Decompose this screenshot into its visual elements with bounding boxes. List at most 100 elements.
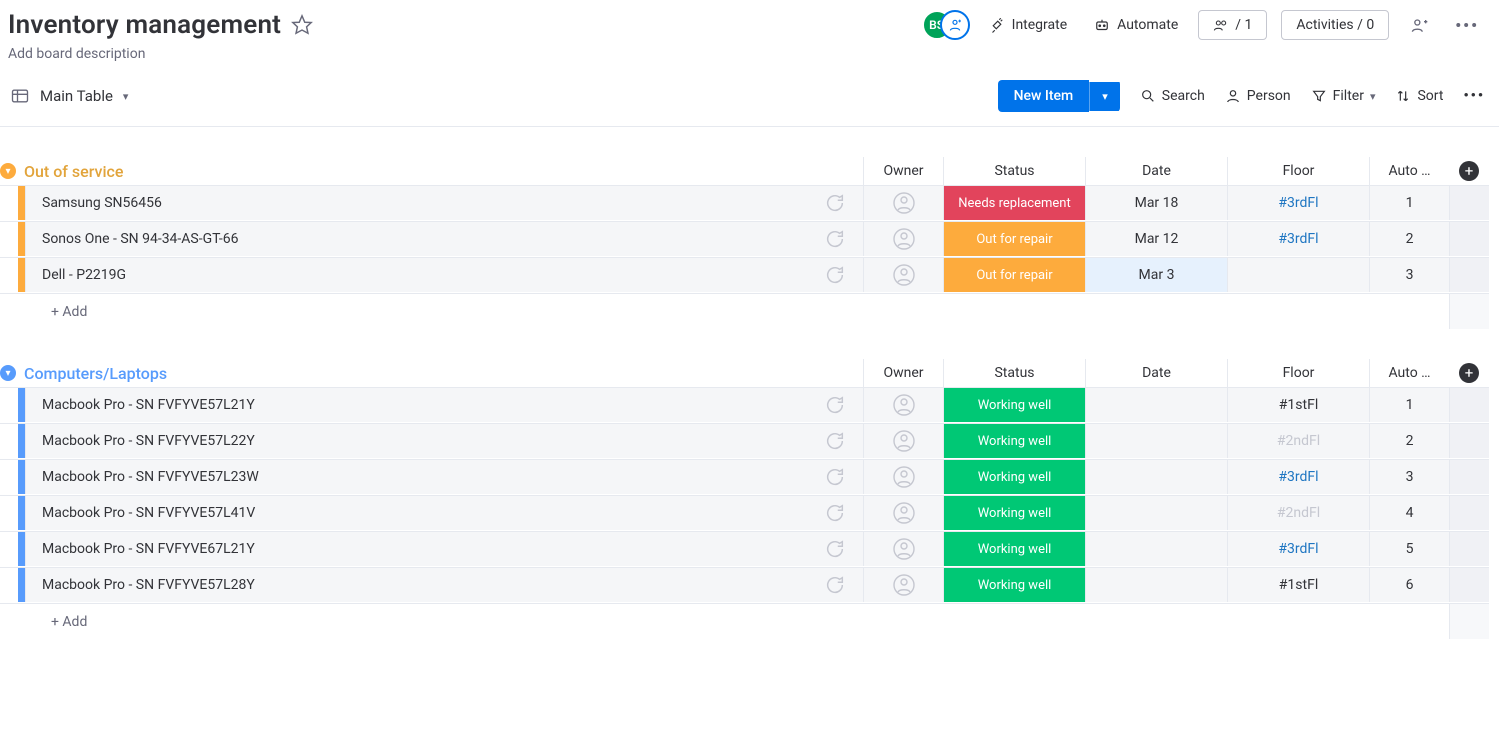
date-cell[interactable]: Mar 12 bbox=[1085, 222, 1227, 256]
activities-button[interactable]: Activities / 0 bbox=[1281, 10, 1389, 40]
item-name-cell[interactable]: Macbook Pro - SN FVFYVE57L41V bbox=[25, 496, 807, 530]
status-cell[interactable]: Working well bbox=[943, 460, 1085, 494]
col-header-date[interactable]: Date bbox=[1085, 359, 1227, 387]
owner-cell[interactable] bbox=[863, 532, 943, 566]
floor-cell[interactable]: #1stFl bbox=[1227, 568, 1369, 602]
item-name-cell[interactable]: Macbook Pro - SN FVFYVE57L21Y bbox=[25, 388, 807, 422]
owner-cell[interactable] bbox=[863, 496, 943, 530]
col-header-date[interactable]: Date bbox=[1085, 157, 1227, 185]
item-name-cell[interactable]: Macbook Pro - SN FVFYVE57L28Y bbox=[25, 568, 807, 602]
status-cell[interactable]: Working well bbox=[943, 388, 1085, 422]
board-description[interactable]: Add board description bbox=[8, 46, 313, 62]
integrate-button[interactable]: Integrate bbox=[982, 12, 1074, 38]
page-title[interactable]: Inventory management bbox=[8, 10, 281, 40]
conversation-icon[interactable] bbox=[807, 424, 863, 458]
item-name-cell[interactable]: Sonos One - SN 94-34-AS-GT-66 bbox=[25, 222, 807, 256]
item-name-cell[interactable]: Samsung SN56456 bbox=[25, 186, 807, 220]
search-button[interactable]: Search bbox=[1140, 88, 1205, 104]
groups-container: ▾ Out of service Owner Status Date Floor… bbox=[0, 127, 1499, 639]
column-headers: Owner Status Date Floor Auto … + bbox=[863, 359, 1489, 387]
item-name-cell[interactable]: Macbook Pro - SN FVFYVE57L23W bbox=[25, 460, 807, 494]
conversation-icon[interactable] bbox=[807, 568, 863, 602]
floor-cell[interactable]: #3rdFl bbox=[1227, 460, 1369, 494]
plug-icon bbox=[988, 16, 1006, 34]
floor-cell[interactable]: #3rdFl bbox=[1227, 532, 1369, 566]
col-header-owner[interactable]: Owner bbox=[863, 157, 943, 185]
col-header-floor[interactable]: Floor bbox=[1227, 157, 1369, 185]
owner-cell[interactable] bbox=[863, 424, 943, 458]
col-header-status[interactable]: Status bbox=[943, 359, 1085, 387]
filter-button[interactable]: Filter ▾ bbox=[1311, 88, 1376, 104]
group-title-block[interactable]: ▾ Out of service bbox=[0, 162, 863, 181]
floor-cell[interactable]: #3rdFl bbox=[1227, 186, 1369, 220]
floor-cell[interactable] bbox=[1227, 258, 1369, 292]
owner-cell[interactable] bbox=[863, 388, 943, 422]
owner-cell[interactable] bbox=[863, 186, 943, 220]
add-column[interactable]: + bbox=[1449, 363, 1489, 383]
status-cell[interactable]: Out for repair bbox=[943, 258, 1085, 292]
conversation-icon[interactable] bbox=[807, 388, 863, 422]
plus-icon: + bbox=[1459, 161, 1479, 181]
group-collapse-icon[interactable]: ▾ bbox=[0, 365, 16, 381]
plus-user-icon[interactable] bbox=[1403, 11, 1435, 39]
status-cell[interactable]: Out for repair bbox=[943, 222, 1085, 256]
new-item-dropdown[interactable]: ▾ bbox=[1089, 82, 1120, 111]
view-more-icon[interactable]: ••• bbox=[1463, 88, 1485, 104]
date-cell[interactable] bbox=[1085, 496, 1227, 530]
conversation-icon[interactable] bbox=[807, 460, 863, 494]
favorite-star-icon[interactable] bbox=[291, 14, 313, 36]
date-cell[interactable] bbox=[1085, 568, 1227, 602]
floor-cell[interactable]: #2ndFl bbox=[1227, 496, 1369, 530]
conversation-icon[interactable] bbox=[807, 222, 863, 256]
owner-cell[interactable] bbox=[863, 568, 943, 602]
add-column[interactable]: + bbox=[1449, 161, 1489, 181]
conversation-icon[interactable] bbox=[807, 532, 863, 566]
col-header-auto[interactable]: Auto … bbox=[1369, 359, 1449, 387]
person-filter-button[interactable]: Person bbox=[1225, 88, 1291, 104]
conversation-icon[interactable] bbox=[807, 258, 863, 292]
col-header-floor[interactable]: Floor bbox=[1227, 359, 1369, 387]
status-cell[interactable]: Working well bbox=[943, 568, 1085, 602]
conversation-icon[interactable] bbox=[807, 186, 863, 220]
more-menu-icon[interactable]: ••• bbox=[1449, 12, 1485, 39]
status-cell[interactable]: Working well bbox=[943, 532, 1085, 566]
owner-cell[interactable] bbox=[863, 460, 943, 494]
item-name-cell[interactable]: Dell - P2219G bbox=[25, 258, 807, 292]
date-cell[interactable] bbox=[1085, 532, 1227, 566]
avatar-cluster[interactable]: BS bbox=[922, 10, 968, 40]
group-collapse-icon[interactable]: ▾ bbox=[0, 163, 16, 179]
add-item-row[interactable]: + Add bbox=[0, 293, 1489, 329]
owner-cell[interactable] bbox=[863, 222, 943, 256]
item-name-cell[interactable]: Macbook Pro - SN FVFYVE57L22Y bbox=[25, 424, 807, 458]
item-name-cell[interactable]: Macbook Pro - SN FVFYVE67L21Y bbox=[25, 532, 807, 566]
owner-cell[interactable] bbox=[863, 258, 943, 292]
status-cell[interactable]: Working well bbox=[943, 496, 1085, 530]
automate-button[interactable]: Automate bbox=[1087, 12, 1184, 38]
status-cell[interactable]: Working well bbox=[943, 424, 1085, 458]
group-title-block[interactable]: ▾ Computers/Laptops bbox=[0, 364, 863, 383]
invite-count: / 1 bbox=[1235, 17, 1252, 33]
group-title[interactable]: Out of service bbox=[24, 162, 123, 181]
date-cell[interactable]: Mar 3 bbox=[1085, 258, 1227, 292]
add-item-label[interactable]: + Add bbox=[25, 304, 87, 320]
sort-button[interactable]: Sort bbox=[1395, 88, 1443, 104]
add-item-label[interactable]: + Add bbox=[25, 614, 87, 630]
status-cell[interactable]: Needs replacement bbox=[943, 186, 1085, 220]
new-item-main[interactable]: New Item bbox=[998, 80, 1090, 112]
row-color-stripe bbox=[18, 222, 25, 256]
col-header-owner[interactable]: Owner bbox=[863, 359, 943, 387]
date-cell[interactable] bbox=[1085, 460, 1227, 494]
date-cell[interactable] bbox=[1085, 424, 1227, 458]
view-selector[interactable]: Main Table ▾ bbox=[10, 86, 128, 106]
floor-cell[interactable]: #1stFl bbox=[1227, 388, 1369, 422]
invite-button[interactable]: / 1 bbox=[1198, 10, 1267, 40]
date-cell[interactable]: Mar 18 bbox=[1085, 186, 1227, 220]
date-cell[interactable] bbox=[1085, 388, 1227, 422]
conversation-icon[interactable] bbox=[807, 496, 863, 530]
col-header-status[interactable]: Status bbox=[943, 157, 1085, 185]
floor-cell[interactable]: #3rdFl bbox=[1227, 222, 1369, 256]
add-item-row[interactable]: + Add bbox=[0, 603, 1489, 639]
group-title[interactable]: Computers/Laptops bbox=[24, 364, 167, 383]
floor-cell[interactable]: #2ndFl bbox=[1227, 424, 1369, 458]
col-header-auto[interactable]: Auto … bbox=[1369, 157, 1449, 185]
